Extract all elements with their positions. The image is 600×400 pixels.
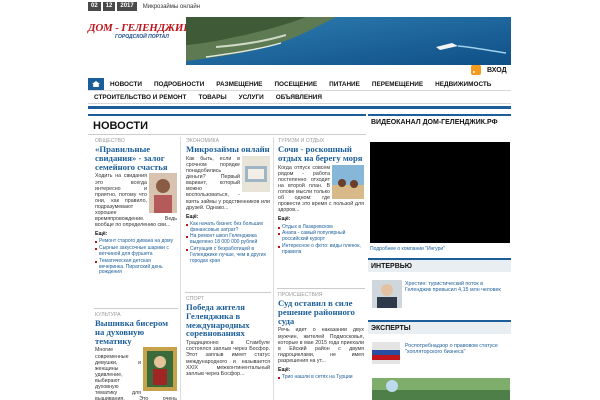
more-list: Как начать бизнес без больших финансовых… xyxy=(186,221,270,265)
article-thumbnail[interactable] xyxy=(242,155,270,192)
video-caption-link[interactable]: Подробнее о компании "Ингури" xyxy=(370,246,445,252)
nav-item-accommodation[interactable]: РАЗМЕЩЕНИЕ xyxy=(210,78,268,90)
interview-header: ИНТЕРВЬЮ xyxy=(368,260,511,273)
list-item[interactable]: Интересное о фото: виды пленок, правила xyxy=(278,243,364,256)
block-divider xyxy=(185,292,271,293)
more-label: Ещё: xyxy=(95,231,108,238)
list-item[interactable]: Сырные закусочные шарики с ветчиной для … xyxy=(95,245,177,258)
article-title[interactable]: Сочи - роскошный отдых на берегу моря xyxy=(278,145,364,163)
news-section-title: НОВОСТИ xyxy=(93,120,149,132)
rss-icon[interactable] xyxy=(471,65,481,75)
experts-title[interactable]: ЭКСПЕРТЫ xyxy=(368,322,511,335)
news-column-economy: ЭКОНОМИКА Микрозаймы онлайн Как быть, ес… xyxy=(186,138,270,265)
news-column-society: ОБЩЕСТВО «Правильные свидания» - залог с… xyxy=(95,138,177,277)
news-column-culture: КУЛЬТУРА Вышивка бисером на духовную тем… xyxy=(95,312,177,400)
news-column-sport: СПОРТ Победа жителя Геленджика в междуна… xyxy=(186,296,270,377)
list-item[interactable]: Тематическая детская вечеринка. Пиратски… xyxy=(95,258,177,276)
article-thumbnail[interactable] xyxy=(332,164,364,199)
list-item[interactable]: Ситуация с безработицей в Геленджике луч… xyxy=(186,246,270,264)
more-list: Трио нашли в сетях на Турции xyxy=(278,374,364,381)
logo-text: ДОМ - ГЕЛЕНДЖИК. xyxy=(88,22,194,34)
article-title[interactable]: Вышивка бисером на духовную тематику xyxy=(95,319,177,346)
more-list: Ремонт старого дивана на дому Сырные зак… xyxy=(95,239,177,276)
more-label: Ещё: xyxy=(278,216,291,223)
interview-title[interactable]: ИНТЕРВЬЮ xyxy=(368,260,511,273)
list-item[interactable]: Как начать бизнес без больших финансовых… xyxy=(186,221,270,234)
header-banner-image xyxy=(186,17,511,65)
nav-row-1: НОВОСТИ ПОДРОБНОСТИ РАЗМЕЩЕНИЕ ПОСЕЩЕНИЕ… xyxy=(88,78,511,91)
nav-item-visit[interactable]: ПОСЕЩЕНИЕ xyxy=(268,78,323,90)
nav-item-ads[interactable]: ОБЪЯВЛЕНИЯ xyxy=(270,91,328,103)
home-icon[interactable] xyxy=(88,78,104,90)
video-channel-header: ВИДЕОКАНАЛ ДОМ-ГЕЛЕНДЖИК.РФ xyxy=(368,116,511,129)
login-link[interactable]: ВХОД xyxy=(487,67,507,74)
nav-item-details[interactable]: ПОДРОБНОСТИ xyxy=(148,78,210,90)
nav-item-news[interactable]: НОВОСТИ xyxy=(104,78,148,90)
experts-link[interactable]: Роспотребнадзор о правовом статусе "хопл… xyxy=(405,343,509,355)
more-list: Отдых в Лазаревском Анапа - самый популя… xyxy=(278,224,364,256)
news-top-rule xyxy=(88,114,366,116)
experts-header: ЭКСПЕРТЫ xyxy=(368,322,511,335)
article-thumbnail[interactable] xyxy=(149,173,177,214)
date-bar: 02 12 2017 Микрозаймы онлайн xyxy=(88,1,200,12)
interview-link[interactable]: Хрестин: туристический поток в Геленджик… xyxy=(405,281,509,293)
bottom-banner-image[interactable] xyxy=(372,378,510,400)
article-title[interactable]: Победа жителя Геленджика в международных… xyxy=(186,303,270,338)
date-day: 02 xyxy=(88,2,101,11)
logo-subtitle: ГОРОДСКОЙ ПОРТАЛ xyxy=(115,34,169,40)
news-column-incidents: ПРОИСШЕСТВИЯ Суд оставил в силе решение … xyxy=(278,292,364,382)
nav-item-food[interactable]: ПИТАНИЕ xyxy=(323,78,366,90)
nav-item-services[interactable]: УСЛУГИ xyxy=(233,91,270,103)
date-month: 12 xyxy=(102,2,116,11)
main-navigation: НОВОСТИ ПОДРОБНОСТИ РАЗМЕЩЕНИЕ ПОСЕЩЕНИЕ… xyxy=(88,78,511,104)
list-item[interactable]: Трио нашли в сетях на Турции xyxy=(278,374,364,381)
block-divider xyxy=(94,308,178,309)
ticker-link[interactable]: Микрозаймы онлайн xyxy=(143,4,200,10)
nav-item-goods[interactable]: ТОВАРЫ xyxy=(192,91,232,103)
nav-divider xyxy=(88,106,511,109)
article-excerpt: Речь идет о наказании двух мужчин, жител… xyxy=(278,327,364,364)
list-item[interactable]: На ремонт школ Геленджика выделено 18 00… xyxy=(186,234,270,246)
more-label: Ещё: xyxy=(278,367,291,374)
interview-photo[interactable] xyxy=(372,280,402,308)
nav-row-2: СТРОИТЕЛЬСТВО И РЕМОНТ ТОВАРЫ УСЛУГИ ОБЪ… xyxy=(88,91,511,104)
list-item[interactable]: Анапа - самый популярный российский куро… xyxy=(278,231,364,243)
block-divider xyxy=(277,288,365,289)
column-divider xyxy=(273,137,274,400)
article-title[interactable]: Микрозаймы онлайн xyxy=(186,145,270,154)
article-thumbnail[interactable] xyxy=(143,347,177,392)
nav-item-construction[interactable]: СТРОИТЕЛЬСТВО И РЕМОНТ xyxy=(88,91,192,103)
site-logo[interactable]: ДОМ - ГЕЛЕНДЖИК.РФ ГОРОДСКОЙ ПОРТАЛ xyxy=(88,22,206,44)
column-divider xyxy=(180,137,181,400)
article-title[interactable]: «Правильные свидания» - залог семейного … xyxy=(95,145,177,172)
video-player[interactable] xyxy=(370,142,510,243)
experts-photo[interactable] xyxy=(372,342,400,364)
nav-item-transport[interactable]: ПЕРЕМЕЩЕНИЕ xyxy=(366,78,429,90)
more-label: Ещё: xyxy=(186,213,199,220)
article-title[interactable]: Суд оставил в силе решение районного суд… xyxy=(278,299,364,326)
news-column-tourism: ТУРИЗМ И ОТДЫХ Сочи - роскошный отдых на… xyxy=(278,138,364,257)
news-title-rule xyxy=(88,134,366,135)
date-year: 2017 xyxy=(117,2,137,11)
video-channel-title[interactable]: ВИДЕОКАНАЛ ДОМ-ГЕЛЕНДЖИК.РФ xyxy=(368,116,511,129)
nav-item-realty[interactable]: НЕДВИЖИМОСТЬ xyxy=(429,78,497,90)
article-excerpt: Традиционно в Стамбуле состоялся заплыв … xyxy=(186,340,270,377)
